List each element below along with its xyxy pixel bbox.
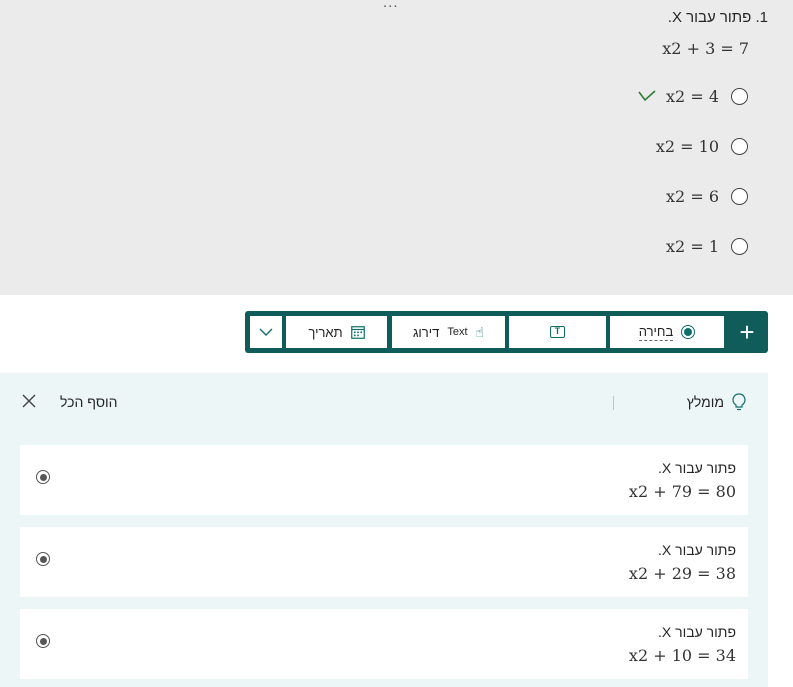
divider <box>613 396 614 410</box>
suggestions-title: מומלץ <box>686 394 724 410</box>
question-card[interactable]: ... 1. פתור עבור X. x2 + 3 = 7 x2 = 4 x2… <box>0 0 793 295</box>
calendar-icon <box>350 325 365 339</box>
option-label: x2 = 1 <box>666 236 719 256</box>
add-question-button[interactable]: + <box>726 311 768 353</box>
text-button[interactable]: T <box>509 316 606 348</box>
correct-check-icon <box>638 90 656 102</box>
suggestions-header: מומלץ <box>687 393 746 411</box>
chevron-down-icon <box>259 328 273 336</box>
more-options-icon[interactable]: ... <box>383 0 399 11</box>
suggestion-card[interactable]: פתור עבור X. x2 + 10 = 34 <box>20 609 748 679</box>
suggestion-card[interactable]: פתור עבור X. x2 + 29 = 38 <box>20 527 748 597</box>
choice-button[interactable]: בחירה <box>610 316 724 348</box>
question-equation: x2 + 3 = 7 <box>662 39 749 58</box>
option-label: x2 = 10 <box>655 136 719 156</box>
rating-overlay-text: Text <box>447 326 468 338</box>
suggestions-panel: מומלץ הוסף הכל פתור עבור X. x2 + 79 = 80… <box>0 373 768 687</box>
option-2[interactable]: x2 = 10 <box>656 135 748 157</box>
option-4[interactable]: x2 = 1 <box>666 235 748 257</box>
date-label: תאריך <box>308 324 343 340</box>
radio-icon <box>36 552 50 566</box>
suggestion-title: פתור עבור X. <box>658 460 736 476</box>
rating-button[interactable]: ☝ Text דירוג <box>392 316 505 348</box>
more-types-button[interactable] <box>250 316 282 348</box>
radio-icon <box>36 470 50 484</box>
option-label: x2 = 6 <box>666 186 719 206</box>
date-button[interactable]: תאריך <box>286 316 387 348</box>
radio-button[interactable] <box>731 137 748 155</box>
suggestion-equation: x2 + 10 = 34 <box>628 646 736 665</box>
suggestion-card[interactable]: פתור עבור X. x2 + 79 = 80 <box>20 445 748 515</box>
choice-label: בחירה <box>638 323 674 341</box>
question-title: 1. פתור עבור X. <box>667 9 768 26</box>
question-type-toolbar: + בחירה T ☝ Text דירוג תאריך <box>245 311 768 353</box>
suggestion-title: פתור עבור X. <box>658 542 736 558</box>
option-label: x2 = 4 <box>666 86 719 106</box>
close-icon[interactable] <box>21 393 37 409</box>
choice-radio-icon <box>681 325 696 339</box>
option-3[interactable]: x2 = 6 <box>666 185 748 207</box>
suggestion-title: פתור עבור X. <box>658 624 736 640</box>
add-all-button[interactable]: הוסף הכל <box>60 394 118 410</box>
rating-label: דירוג <box>412 324 440 340</box>
option-1[interactable]: x2 = 4 <box>666 85 748 107</box>
radio-icon <box>36 634 50 648</box>
radio-button[interactable] <box>731 237 748 255</box>
text-icon: T <box>550 326 565 338</box>
lightbulb-icon <box>732 393 746 411</box>
radio-button[interactable] <box>731 87 748 105</box>
hand-cursor-icon: ☝ <box>475 323 485 340</box>
suggestion-equation: x2 + 79 = 80 <box>628 482 736 501</box>
radio-button[interactable] <box>731 187 748 205</box>
suggestion-equation: x2 + 29 = 38 <box>628 564 736 583</box>
